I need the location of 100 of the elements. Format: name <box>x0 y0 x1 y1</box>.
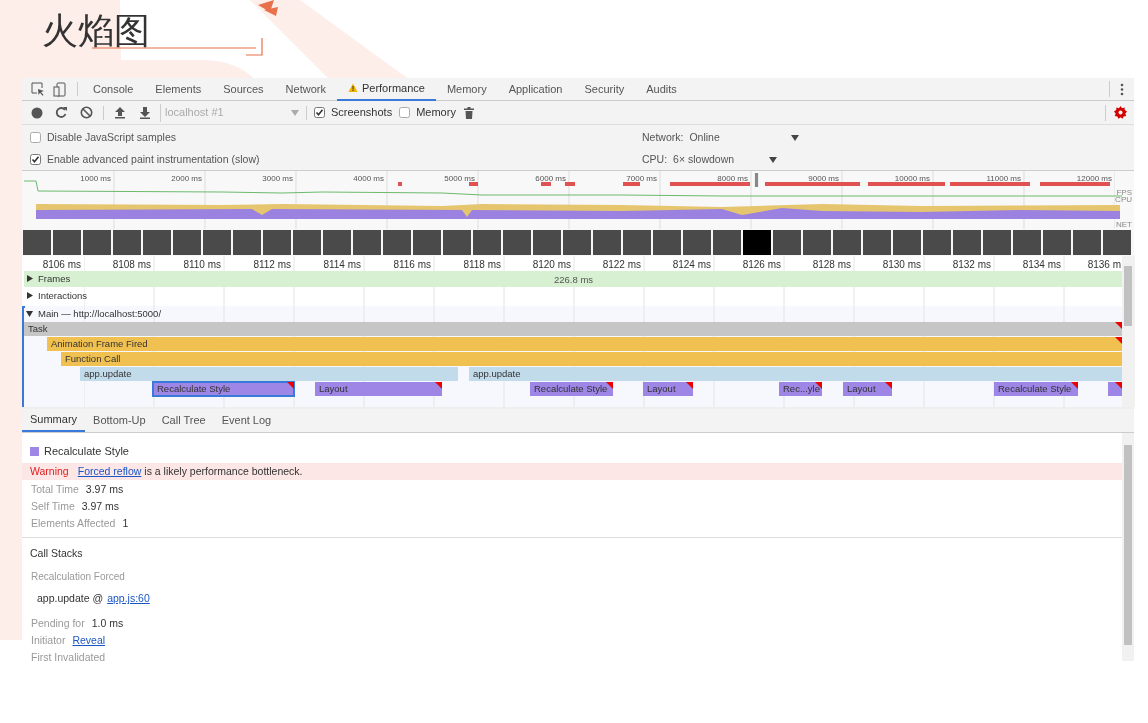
screenshot-thumbnail[interactable] <box>1043 230 1071 255</box>
screenshot-thumbnail[interactable] <box>803 230 831 255</box>
tab[interactable]: Audits <box>635 77 688 101</box>
flame-chart-block[interactable]: Function Call <box>61 352 1122 366</box>
screenshot-thumbnail[interactable] <box>533 230 561 255</box>
screenshot-thumbnail[interactable] <box>233 230 261 255</box>
scrollbar[interactable] <box>1122 256 1134 407</box>
device-toolbar-icon[interactable] <box>53 81 67 97</box>
flame-chart-block[interactable]: app.update <box>469 367 1122 381</box>
screenshot-thumbnail[interactable] <box>173 230 201 255</box>
source-link[interactable]: app.js:60 <box>107 591 150 607</box>
screenshot-thumbnail[interactable] <box>83 230 111 255</box>
scrollbar[interactable] <box>1122 433 1134 661</box>
screenshot-thumbnail[interactable] <box>1103 230 1131 255</box>
expand-triangle-icon[interactable] <box>26 275 34 283</box>
screenshot-thumbnail[interactable] <box>203 230 231 255</box>
ruler-label: 8112 ms <box>253 258 291 272</box>
checkbox[interactable] <box>399 107 411 118</box>
screenshot-thumbnail[interactable] <box>893 230 921 255</box>
screenshot-thumbnail[interactable] <box>833 230 861 255</box>
screenshot-thumbnail[interactable] <box>323 230 351 255</box>
screenshot-thumbnail[interactable] <box>293 230 321 255</box>
upload-icon[interactable] <box>114 106 126 119</box>
screenshot-thumbnail[interactable] <box>593 230 621 255</box>
reload-icon[interactable] <box>55 106 68 119</box>
ruler-label: 8110 ms <box>183 258 221 272</box>
screenshot-thumbnail[interactable] <box>923 230 951 255</box>
screenshot-thumbnail[interactable] <box>983 230 1011 255</box>
tab[interactable]: Network <box>274 77 337 101</box>
screenshot-thumbnail[interactable] <box>863 230 891 255</box>
tab[interactable]: Security <box>573 77 636 101</box>
more-menu-icon[interactable] <box>1120 82 1124 96</box>
tab[interactable]: Summary <box>22 409 86 432</box>
screenshot-thumbnail[interactable] <box>113 230 141 255</box>
flame-chart-block[interactable]: Recalculate Style <box>530 382 613 396</box>
flame-chart-block[interactable]: Layout <box>315 382 442 396</box>
throttling-select[interactable]: 6× slowdown <box>673 152 778 168</box>
warning-link[interactable]: Forced reflow <box>77 463 142 480</box>
tab[interactable]: Memory <box>435 77 498 101</box>
flame-chart-block[interactable]: Layout <box>643 382 693 396</box>
screenshot-thumbnail[interactable] <box>53 230 81 255</box>
flame-chart-block[interactable]: Recalculate Style <box>994 382 1078 396</box>
download-icon[interactable] <box>139 106 151 119</box>
checkbox[interactable] <box>30 154 41 166</box>
trash-icon[interactable] <box>463 106 474 119</box>
playhead-handle[interactable] <box>754 173 759 187</box>
screenshot-thumbnail[interactable] <box>473 230 501 255</box>
field-value: 3.97 ms <box>81 499 120 514</box>
screenshot-thumbnail[interactable] <box>443 230 471 255</box>
ruler-label: 8136 m <box>1087 258 1121 272</box>
caret-icon[interactable] <box>791 134 800 141</box>
scrollbar-thumb[interactable] <box>1124 266 1132 326</box>
screenshot-thumbnail[interactable] <box>413 230 441 255</box>
settings-icon[interactable] <box>1114 106 1127 119</box>
section-heading: Call Stacks <box>30 546 83 561</box>
clear-icon[interactable] <box>80 106 93 119</box>
collapse-triangle-icon[interactable] <box>26 310 34 318</box>
screenshot-thumbnail[interactable] <box>563 230 591 255</box>
screenshot-thumbnail[interactable] <box>953 230 981 255</box>
screenshot-thumbnail[interactable] <box>1073 230 1101 255</box>
screenshot-thumbnail[interactable] <box>383 230 411 255</box>
screenshot-thumbnail[interactable] <box>653 230 681 255</box>
checkbox[interactable] <box>314 107 325 118</box>
screenshot-thumbnail[interactable] <box>263 230 291 255</box>
flame-chart-block[interactable]: Rec...yle <box>779 382 822 396</box>
flame-chart-block[interactable]: Layout <box>843 382 892 396</box>
screenshot-thumbnail[interactable] <box>683 230 711 255</box>
inspect-icon[interactable] <box>31 82 45 96</box>
screenshot-thumbnail[interactable] <box>143 230 171 255</box>
scrollbar-thumb[interactable] <box>1124 445 1132 645</box>
tab[interactable]: Call Tree <box>153 409 214 432</box>
expand-triangle-icon[interactable] <box>26 292 34 300</box>
flame-chart-block[interactable]: Animation Frame Fired <box>47 337 1122 351</box>
screenshot-thumbnail[interactable] <box>1013 230 1041 255</box>
screenshot-thumbnail[interactable] <box>23 230 51 255</box>
field-label: CPU: <box>642 152 668 167</box>
caret-icon[interactable] <box>769 156 778 163</box>
track-label: Main — http://localhost:5000/ <box>38 306 162 321</box>
record-icon[interactable] <box>31 106 43 119</box>
tab[interactable]: Application <box>497 77 574 101</box>
tab[interactable]: Event Log <box>213 409 280 432</box>
screenshot-thumbnail[interactable] <box>623 230 651 255</box>
tab[interactable]: Console <box>82 77 145 101</box>
tab[interactable]: Elements <box>144 77 213 101</box>
flame-chart-block[interactable]: Task <box>24 322 1122 336</box>
track-label: NET <box>1116 219 1132 231</box>
flame-chart-block[interactable]: Recalculate Style <box>153 382 294 396</box>
screenshot-thumbnail[interactable] <box>503 230 531 255</box>
link[interactable]: Reveal <box>72 633 106 649</box>
screenshot-thumbnail[interactable] <box>353 230 381 255</box>
tab[interactable]: Bottom-Up <box>85 409 154 432</box>
flame-chart-block[interactable] <box>1108 382 1122 396</box>
tab[interactable]: Sources <box>212 77 275 101</box>
checkbox[interactable] <box>30 132 41 144</box>
throttling-select[interactable]: Online <box>689 130 800 146</box>
screenshot-thumbnail[interactable] <box>713 230 741 255</box>
screenshot-thumbnail[interactable] <box>743 230 771 255</box>
flame-chart-block[interactable]: app.update <box>80 367 458 381</box>
screenshot-thumbnail[interactable] <box>773 230 801 255</box>
frame-duration: 226.8 ms <box>554 273 594 287</box>
